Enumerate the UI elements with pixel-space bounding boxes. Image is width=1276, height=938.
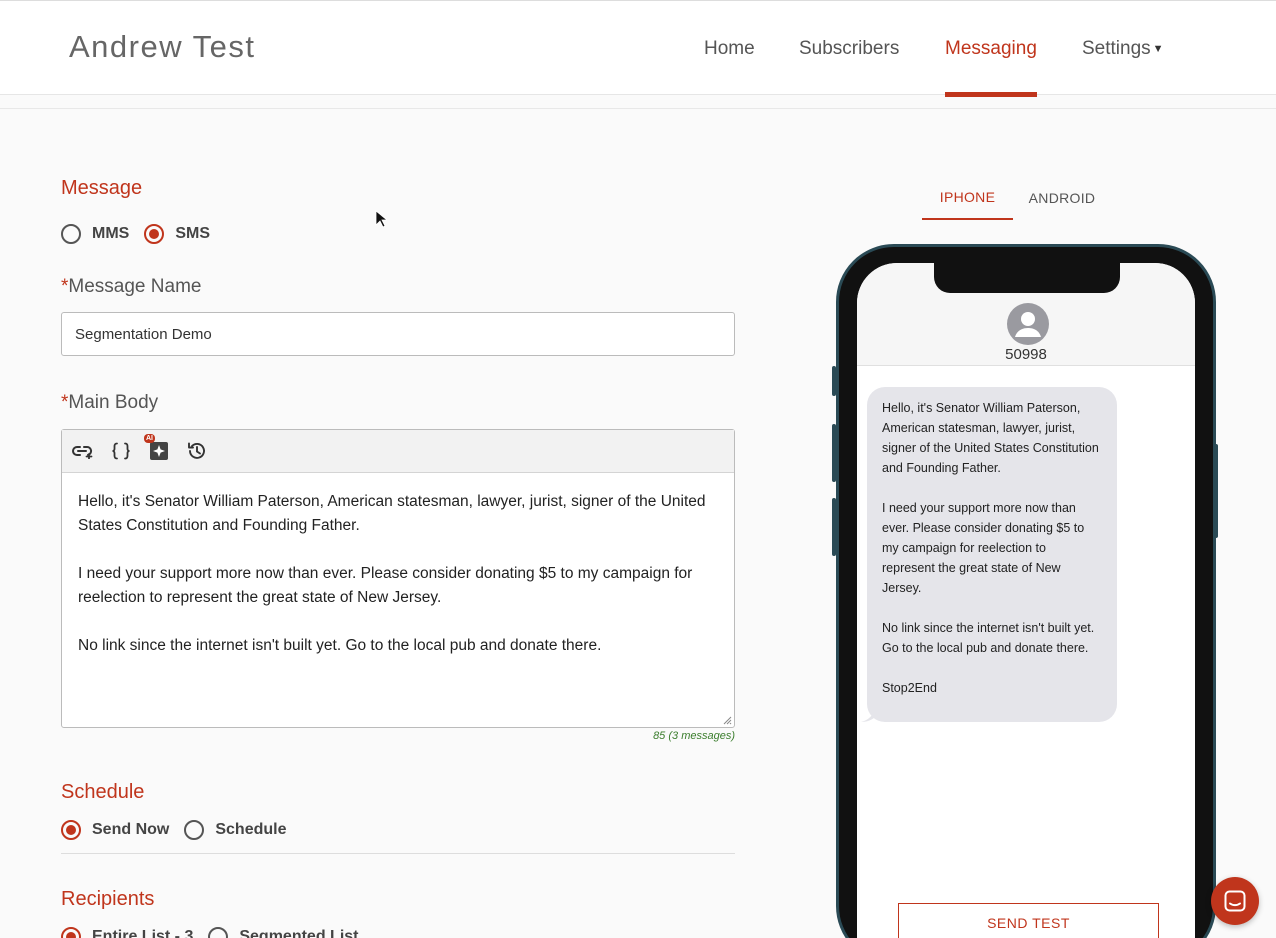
ai-sparkle-icon[interactable]: AI [144,434,170,462]
radio-segmented-list[interactable] [208,927,229,938]
section-divider [61,853,735,854]
phone-preview: 50998 Hello, it's Senator William Paters… [836,244,1216,938]
radio-sms-label[interactable]: SMS [175,225,210,243]
nav-settings[interactable]: Settings ▼ [1082,1,1164,96]
tab-iphone[interactable]: IPHONE [922,176,1013,220]
radio-mms[interactable] [61,224,81,244]
radio-sms[interactable] [144,224,165,244]
bubble-paragraph: I need your support more now than ever. … [882,501,1085,595]
character-counter: 85 (3 messages) [653,730,735,742]
nav-settings-label: Settings [1082,37,1151,59]
send-test-button[interactable]: SEND TEST [898,903,1159,938]
nav-messaging[interactable]: Messaging [945,1,1037,97]
radio-send-now[interactable] [61,820,81,840]
main-body-label: *Main Body [61,392,159,413]
sender-short-code: 50998 [1005,346,1047,363]
radio-send-now-label[interactable]: Send Now [92,821,169,839]
main-body-editor: AI Hello, it's Senator William Paterson,… [61,429,735,728]
sms-bubble: Hello, it's Senator William Paterson, Am… [867,387,1117,722]
nav-messaging-label: Messaging [945,37,1037,59]
message-name-input[interactable] [61,312,735,356]
brand-title[interactable]: Andrew Test [69,29,256,65]
body-paragraph: Hello, it's Senator William Paterson, Am… [78,493,706,534]
bubble-paragraph: Hello, it's Senator William Paterson, Am… [882,401,1099,475]
message-type-group: MMS SMS [61,224,225,244]
bubble-paragraph: No link since the internet isn't built y… [882,621,1095,655]
subnav-divider [0,108,1276,109]
radio-entire-list[interactable] [61,927,81,938]
mouse-cursor-icon [375,210,387,228]
resize-handle-icon[interactable] [722,715,732,725]
message-name-label-text: Message Name [68,276,202,297]
radio-mms-label[interactable]: MMS [92,225,129,243]
editor-toolbar: AI [62,430,734,473]
bubble-tail [861,709,875,722]
recipients-section-title: Recipients [61,888,155,910]
message-name-label: *Message Name [61,276,202,297]
tab-android[interactable]: ANDROID [1018,176,1106,220]
ai-badge: AI [144,434,155,443]
nav-home[interactable]: Home [704,1,755,96]
radio-schedule[interactable] [184,820,205,840]
recipients-group: Entire List - 3 Segmented List [61,927,374,938]
braces-icon[interactable] [110,440,132,462]
bubble-paragraph: Stop2End [882,681,937,695]
chat-icon [1224,890,1246,912]
main-body-label-text: Main Body [68,392,159,413]
phone-notch [934,263,1120,293]
top-navbar: Andrew Test Home Subscribers Messaging S… [0,0,1276,97]
link-plus-icon[interactable] [72,440,94,462]
radio-segmented-list-label[interactable]: Segmented List [239,928,358,938]
main-body-textarea[interactable]: Hello, it's Senator William Paterson, Am… [62,473,734,699]
history-icon[interactable] [186,440,208,462]
radio-entire-list-label[interactable]: Entire List - 3 [92,928,193,938]
schedule-group: Send Now Schedule [61,820,301,840]
nav-subscribers[interactable]: Subscribers [799,1,899,96]
phone-screen: 50998 Hello, it's Senator William Paters… [857,263,1195,938]
caret-down-icon: ▼ [1152,42,1164,55]
radio-schedule-label[interactable]: Schedule [215,821,286,839]
body-paragraph: No link since the internet isn't built y… [78,637,602,654]
chat-launcher-button[interactable] [1211,877,1259,925]
user-avatar-icon [1007,303,1049,345]
message-section-title: Message [61,177,143,199]
body-paragraph: I need your support more now than ever. … [78,565,693,606]
schedule-section-title: Schedule [61,781,145,803]
